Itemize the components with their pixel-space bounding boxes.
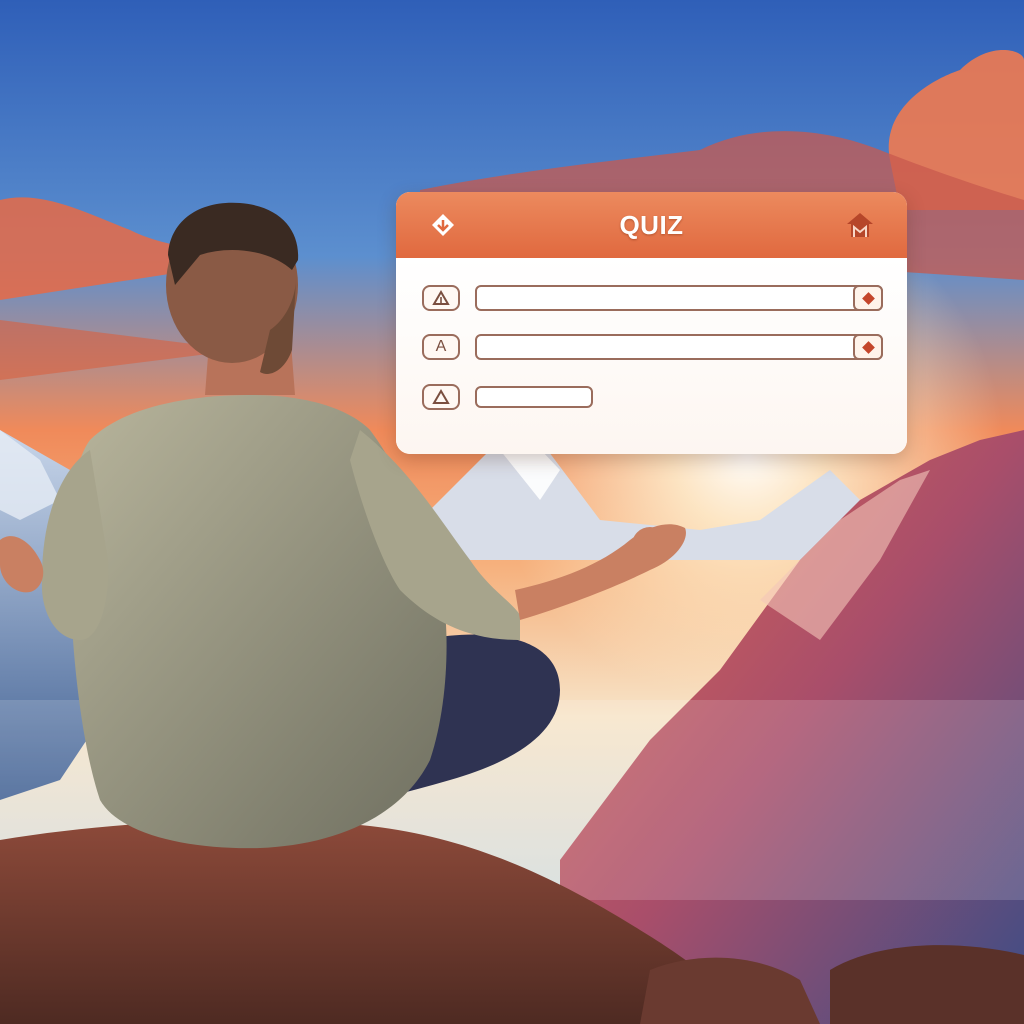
quiz-panel: QUIZ A bbox=[396, 192, 907, 454]
home-icon[interactable] bbox=[843, 208, 877, 242]
quiz-header: QUIZ bbox=[396, 192, 907, 258]
quiz-option-1 bbox=[422, 285, 883, 313]
quiz-body: A bbox=[396, 258, 907, 454]
option-2-field[interactable] bbox=[475, 334, 883, 360]
down-arrow-icon[interactable] bbox=[426, 208, 460, 242]
quiz-title: QUIZ bbox=[619, 209, 684, 240]
option-2-dropdown-button[interactable] bbox=[853, 334, 883, 360]
quiz-option-2: A bbox=[422, 334, 883, 362]
diamond-icon bbox=[861, 340, 875, 354]
triangle-icon bbox=[422, 384, 460, 410]
triangle-icon bbox=[422, 285, 460, 311]
diamond-icon bbox=[861, 291, 875, 305]
background-scene bbox=[0, 0, 1024, 1024]
option-3-field[interactable] bbox=[475, 386, 593, 408]
quiz-option-3 bbox=[422, 384, 883, 412]
letter-a-icon: A bbox=[422, 334, 460, 360]
option-1-field[interactable] bbox=[475, 285, 883, 311]
option-1-dropdown-button[interactable] bbox=[853, 285, 883, 311]
